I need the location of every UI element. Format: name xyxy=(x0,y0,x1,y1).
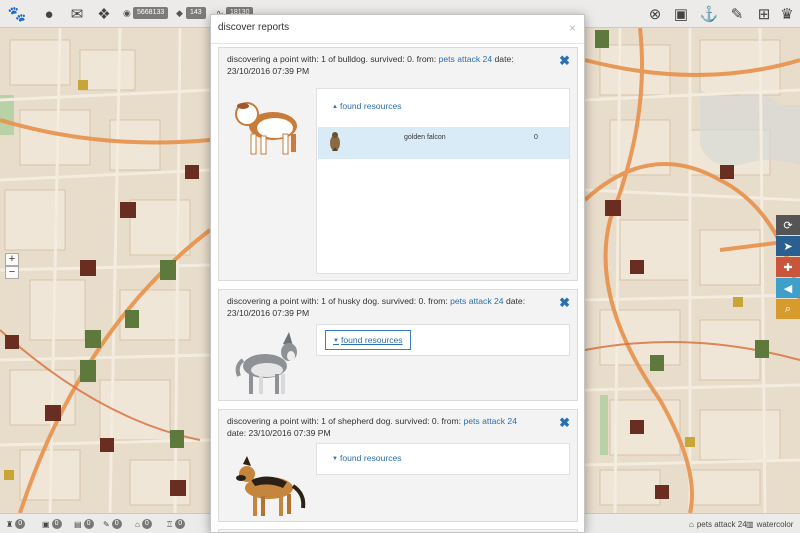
shepherd-image xyxy=(236,456,306,516)
eyedropper-icon[interactable]: ✎ xyxy=(728,5,746,23)
diamond-count: 143 xyxy=(186,7,206,19)
bullhorn-icon: ◀ xyxy=(783,282,793,295)
zoom-in-button[interactable]: + xyxy=(5,253,19,266)
dismiss-report-icon[interactable]: ✖ xyxy=(559,416,570,429)
lock-icon[interactable]: ▣ xyxy=(672,5,690,23)
user-link[interactable]: ⌂ pets attack 24 xyxy=(689,518,747,530)
resource-row[interactable]: golden falcon 0 xyxy=(318,127,569,159)
modal-header: discover reports × xyxy=(211,15,584,44)
castle-icon: ♖ xyxy=(166,519,174,529)
caret-down-icon: ▼ xyxy=(332,456,338,462)
report-card: discovering a point with: 1 of bulldog. … xyxy=(218,47,578,281)
resource-name: golden falcon xyxy=(404,134,446,141)
modal-body[interactable]: discovering a point with: 1 of bulldog. … xyxy=(211,45,584,532)
tower-icon: ♜ xyxy=(6,519,14,529)
envelope-icon[interactable]: ✉ xyxy=(68,5,86,23)
anchor-icon[interactable]: ⚓ xyxy=(700,5,719,23)
location-arrow-icon: ➤ xyxy=(783,240,793,253)
close-icon[interactable]: × xyxy=(569,21,576,35)
trophy-icon[interactable]: ♛ xyxy=(778,5,796,23)
report-source-link[interactable]: pets attack 24 xyxy=(439,54,493,64)
dismiss-report-icon[interactable]: ✖ xyxy=(559,54,570,67)
found-resources-tab[interactable]: ▼ found resources xyxy=(325,330,411,350)
search-icon: ⌕ xyxy=(784,302,792,315)
building-icon: ▤ xyxy=(74,519,82,529)
bottom-stat-2[interactable]: ▣ 0 xyxy=(42,518,62,530)
bottom-stat-1[interactable]: ♜ 0 xyxy=(6,518,26,530)
map-icon: ▥ xyxy=(746,519,754,529)
resources-panel: ▼ found resources xyxy=(316,443,570,475)
add-button[interactable]: ✚ xyxy=(776,257,800,277)
paw-icon[interactable]: 🐾 xyxy=(8,5,27,23)
caret-up-icon: ▲ xyxy=(332,104,338,110)
home-icon: ⌂ xyxy=(689,519,694,529)
refresh-icon: ⟳ xyxy=(783,219,793,232)
discover-reports-modal: discover reports × discovering a point w… xyxy=(210,14,585,533)
announce-button[interactable]: ◀ xyxy=(776,278,800,298)
found-resources-tab[interactable]: ▼ found resources xyxy=(325,449,409,469)
bottom-stat-3[interactable]: ▤ 0 xyxy=(74,518,94,530)
report-card: discovering a point with: 1 of shepherd … xyxy=(218,409,578,522)
report-text: discovering a point with: 1 of husky dog… xyxy=(227,296,526,318)
report-text: discovering a point with: 1 of shepherd … xyxy=(227,416,517,438)
report-card: discovering a point with: 1 of husky dog… xyxy=(218,289,578,401)
map-style-link[interactable]: ▥ watercolor xyxy=(746,518,793,530)
found-resources-tab[interactable]: ▲ found resources xyxy=(325,97,409,117)
caret-down-icon: ▼ xyxy=(333,338,339,344)
search-button[interactable]: ⌕ xyxy=(776,299,800,319)
locate-button[interactable]: ➤ xyxy=(776,236,800,256)
house-icon: ⌂ xyxy=(135,519,140,529)
modal-title: discover reports xyxy=(218,22,290,33)
diamond-icon: ◆ xyxy=(176,8,183,18)
zoom-out-button[interactable]: − xyxy=(5,266,19,279)
resources-panel: ▼ found resources xyxy=(316,324,570,356)
plus-icon: ✚ xyxy=(783,261,793,274)
bottom-stat-6[interactable]: ♖ 0 xyxy=(166,518,186,530)
bulldog-image xyxy=(235,102,297,155)
report-text: discovering a point with: 1 of bulldog. … xyxy=(227,54,514,76)
bottom-stat-5[interactable]: ⌂ 0 xyxy=(135,518,152,530)
resource-count: 0 xyxy=(534,134,538,141)
dismiss-report-icon[interactable]: ✖ xyxy=(559,296,570,309)
eyedropper-small-icon: ✎ xyxy=(103,519,110,529)
refresh-button[interactable]: ⟳ xyxy=(776,215,800,235)
user-icon[interactable]: ● xyxy=(40,5,58,23)
golden-falcon-icon xyxy=(330,132,340,151)
binoculars-icon[interactable]: ⊗ xyxy=(646,5,664,23)
coins-icon: ◉ xyxy=(123,8,131,18)
husky-image xyxy=(235,332,297,394)
resources-panel: ▲ found resources golden falcon 0 xyxy=(316,88,570,274)
lock-small-icon: ▣ xyxy=(42,519,50,529)
report-card xyxy=(218,529,578,532)
gift-icon[interactable]: ⊞ xyxy=(755,5,773,23)
coins-count: 5668133 xyxy=(133,7,169,19)
pets-icon[interactable]: ❖ xyxy=(95,5,113,23)
report-source-link[interactable]: pets attack 24 xyxy=(463,416,517,426)
bottom-stat-4[interactable]: ✎ 0 xyxy=(103,518,122,530)
report-source-link[interactable]: pets attack 24 xyxy=(450,296,504,306)
